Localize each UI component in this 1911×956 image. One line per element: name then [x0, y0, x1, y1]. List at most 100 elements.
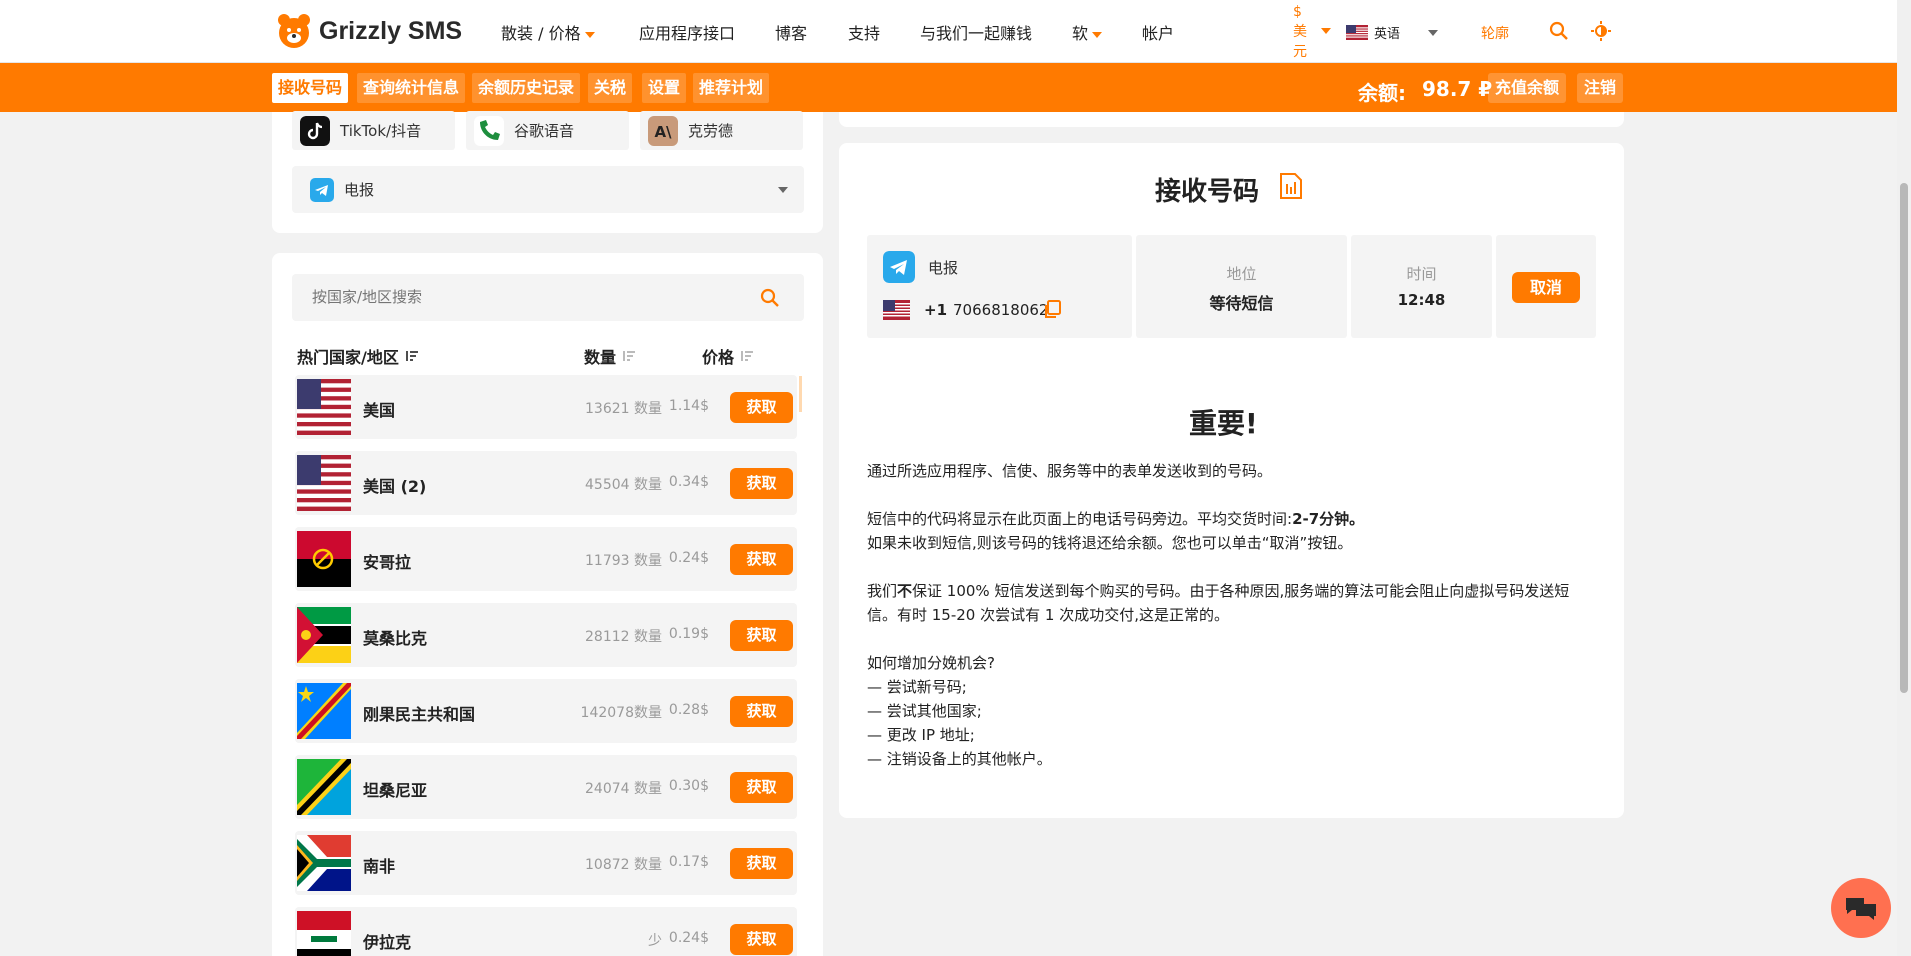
country-row[interactable]: 安哥拉 11793 数量 0.24$ 获取: [295, 527, 797, 591]
text: 我们: [867, 582, 898, 600]
tanzania-flag: [297, 759, 351, 815]
text: 如果未收到短信,则该号码的钱将退还给余额。您也可以单击“取消”按钮。: [867, 534, 1353, 552]
search-icon[interactable]: [760, 288, 780, 308]
tab-balance-history[interactable]: 余额历史记录: [472, 73, 581, 103]
search-icon[interactable]: [1549, 21, 1569, 41]
chat-bubbles-icon: [1846, 898, 1876, 920]
tips-title: 如何增加分娩机会?: [867, 654, 995, 672]
country-row[interactable]: 美国 (2) 45504 数量 0.34$ 获取: [295, 451, 797, 515]
country-row[interactable]: 南非 10872 数量 0.17$ 获取: [295, 831, 797, 895]
service-chip-google-voice[interactable]: 谷歌语音: [466, 111, 629, 150]
service-name: 克劳德: [688, 122, 734, 140]
country-row[interactable]: 美国 13621 数量 1.14$ 获取: [295, 375, 797, 439]
service-chip-claude[interactable]: A\ 克劳德: [640, 111, 803, 150]
info-paragraph-3: 我们不保证 100% 短信发送到每个购买的号码。由于各种原因,服务端的算法可能会…: [867, 579, 1597, 627]
country-name: 安哥拉: [363, 553, 412, 572]
nav-label: 应用程序接口: [639, 24, 736, 43]
nav-label: 散装 / 价格: [501, 24, 581, 43]
country-row[interactable]: 伊拉克 少 0.24$ 获取: [295, 907, 797, 956]
chevron-down-icon: [778, 187, 788, 193]
cancel-button[interactable]: 取消: [1512, 272, 1580, 303]
brand-logo[interactable]: Grizzly SMS: [277, 11, 462, 51]
nav-support[interactable]: 支持: [848, 20, 880, 44]
topup-button[interactable]: 充值余额: [1488, 73, 1567, 103]
header-country[interactable]: 热门国家/地区: [297, 344, 419, 368]
country-row[interactable]: 莫桑比克 28112 数量 0.19$ 获取: [295, 603, 797, 667]
page-title: 接收号码: [1155, 177, 1260, 207]
order-time-cell: [1351, 235, 1492, 338]
country-row[interactable]: 刚果民主共和国 142078数量 0.28$ 获取: [295, 679, 797, 743]
tiktok-icon: [300, 115, 330, 146]
previous-card: [839, 112, 1624, 127]
list-scroll-indicator[interactable]: [799, 376, 802, 412]
get-number-button[interactable]: 获取: [730, 468, 793, 499]
country-price: 0.34$: [668, 474, 709, 490]
country-name: 莫桑比克: [363, 629, 428, 648]
text: 短信中的代码将显示在此页面上的电话号码旁边。平均交货时间:: [867, 510, 1293, 528]
balance-value: 98.7 ₽: [1422, 77, 1493, 101]
nav-account[interactable]: 帐户: [1142, 20, 1174, 44]
country-quantity: 13621 数量: [585, 401, 662, 417]
tip-item: — 更改 IP 地址;: [867, 726, 975, 744]
header-quantity[interactable]: 数量: [584, 344, 636, 368]
phone-digits: 7066818062: [953, 301, 1049, 319]
country-price: 0.24$: [668, 930, 709, 946]
service-select[interactable]: 电报: [292, 166, 804, 213]
drc-flag: [297, 683, 351, 739]
mozambique-flag: [297, 607, 351, 663]
phone-number[interactable]: +1 7066818062: [924, 301, 1048, 319]
order-service-name: 电报: [928, 259, 959, 277]
us-flag: [297, 379, 351, 435]
nav-bulk-prices[interactable]: 散装 / 价格: [501, 20, 595, 44]
chat-widget-button[interactable]: [1831, 878, 1891, 938]
get-number-button[interactable]: 获取: [730, 620, 793, 651]
tab-tariffs[interactable]: 关税: [588, 73, 633, 103]
nav-soft[interactable]: 软: [1072, 20, 1103, 44]
nav-api[interactable]: 应用程序接口: [639, 20, 735, 44]
service-name: TikTok/抖音: [340, 122, 422, 140]
nav-label: 博客: [775, 24, 808, 43]
country-name: 南非: [363, 857, 396, 876]
country-name: 美国: [363, 401, 396, 420]
us-flag: [297, 455, 351, 511]
nav-earn[interactable]: 与我们一起赚钱: [920, 20, 1032, 44]
tab-referral[interactable]: 推荐计划: [693, 73, 770, 103]
get-number-button[interactable]: 获取: [730, 848, 793, 879]
country-price: 0.30$: [668, 778, 709, 794]
google-voice-icon: [474, 115, 504, 146]
us-flag-icon: [1346, 25, 1368, 40]
nav-label: 与我们一起赚钱: [920, 24, 1033, 43]
profile-link[interactable]: 轮廓: [1481, 23, 1509, 43]
country-price: 0.24$: [668, 550, 709, 566]
language-label: 英语: [1374, 27, 1401, 42]
get-number-button[interactable]: 获取: [730, 392, 793, 423]
get-number-button[interactable]: 获取: [730, 696, 793, 727]
service-chip-tiktok[interactable]: TikTok/抖音: [292, 111, 455, 150]
country-search-input[interactable]: [292, 274, 804, 321]
get-number-button[interactable]: 获取: [730, 772, 793, 803]
text: 保证 100% 短信发送到每个购买的号码。由于各种原因,服务端的算法可能会阻止向…: [867, 582, 1570, 624]
country-row[interactable]: 坦桑尼亚 24074 数量 0.30$ 获取: [295, 755, 797, 819]
header-price[interactable]: 价格: [702, 344, 754, 368]
brand-name: Grizzly SMS: [319, 16, 463, 45]
svg-text:A\: A\: [654, 123, 672, 141]
scrollbar-thumb[interactable]: [1900, 183, 1908, 693]
page-scrollbar[interactable]: [1897, 0, 1911, 956]
sort-icon: [741, 351, 754, 361]
nav-blog[interactable]: 博客: [775, 20, 807, 44]
copy-icon[interactable]: [1043, 300, 1061, 319]
language-selector[interactable]: 英语: [1346, 23, 1439, 42]
country-price: 1.14$: [668, 398, 709, 414]
get-number-button[interactable]: 获取: [730, 544, 793, 575]
telegram-icon: [883, 251, 915, 283]
currency-label: $ 美元: [1293, 4, 1307, 60]
currency-selector[interactable]: $ 美元: [1293, 2, 1331, 62]
logout-button[interactable]: 注销: [1577, 73, 1624, 103]
header-label: 热门国家/地区: [297, 348, 399, 367]
theme-toggle-icon[interactable]: [1591, 21, 1611, 41]
tab-settings[interactable]: 设置: [642, 73, 687, 103]
bear-logo-icon: [278, 14, 310, 48]
tab-receive-number[interactable]: 接收号码: [272, 73, 349, 103]
tab-statistics[interactable]: 查询统计信息: [357, 73, 466, 103]
get-number-button[interactable]: 获取: [730, 924, 793, 955]
